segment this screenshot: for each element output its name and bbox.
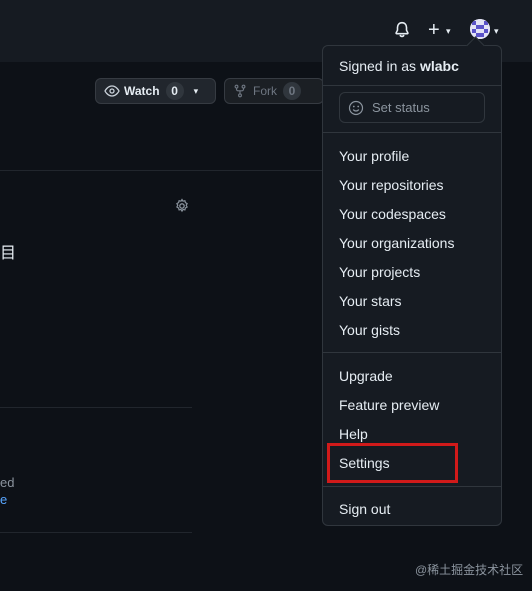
menu-item-sign-out[interactable]: Sign out	[339, 501, 390, 517]
notifications-bell-icon[interactable]	[393, 21, 411, 39]
watermark-text: @稀土掘金技术社区	[415, 563, 524, 577]
section-divider-1	[0, 407, 192, 408]
partial-text-ed: ed	[0, 475, 15, 490]
settings-highlight-box	[327, 443, 458, 483]
partial-link-e[interactable]: e	[0, 492, 7, 507]
watch-button[interactable]: Watch 0 ▾	[95, 78, 216, 104]
menu-item-your-repositories[interactable]: Your repositories	[339, 177, 444, 193]
create-new-plus-icon[interactable]: +	[428, 20, 440, 40]
menu-item-feature-preview[interactable]: Feature preview	[339, 397, 439, 413]
fork-count: 0	[283, 82, 301, 100]
gear-icon[interactable]	[174, 198, 190, 214]
watch-label: Watch	[124, 84, 160, 98]
username: wlabc	[419, 58, 459, 74]
menu-item-help[interactable]: Help	[339, 426, 368, 442]
tabs-divider	[0, 170, 322, 171]
fork-button[interactable]: Fork 0	[224, 78, 324, 104]
fork-icon	[234, 84, 246, 98]
watch-caret-icon: ▾	[193, 85, 199, 96]
user-avatar[interactable]	[470, 19, 490, 39]
menu-divider	[323, 132, 501, 133]
user-menu-caret-icon[interactable]: ▾	[494, 26, 499, 37]
menu-divider	[323, 85, 501, 86]
menu-item-your-codespaces[interactable]: Your codespaces	[339, 206, 446, 222]
menu-item-your-profile[interactable]: Your profile	[339, 148, 409, 164]
menu-divider	[323, 352, 501, 353]
menu-item-your-projects[interactable]: Your projects	[339, 264, 420, 280]
watch-count: 0	[165, 82, 184, 100]
section-divider-2	[0, 532, 192, 533]
menu-item-your-gists[interactable]: Your gists	[339, 322, 400, 338]
signed-in-as-text: Signed in as wlabc	[339, 58, 459, 74]
set-status-label: Set status	[372, 100, 430, 115]
eye-icon	[104, 85, 120, 97]
menu-item-upgrade[interactable]: Upgrade	[339, 368, 393, 384]
smiley-icon	[348, 100, 364, 115]
menu-item-your-stars[interactable]: Your stars	[339, 293, 402, 309]
fork-label: Fork	[253, 84, 277, 98]
create-dropdown-caret-icon[interactable]: ▾	[446, 26, 451, 37]
menu-item-your-organizations[interactable]: Your organizations	[339, 235, 454, 251]
partial-heading-text: 目	[0, 245, 17, 262]
set-status-button[interactable]: Set status	[339, 92, 485, 123]
menu-divider	[323, 486, 501, 487]
